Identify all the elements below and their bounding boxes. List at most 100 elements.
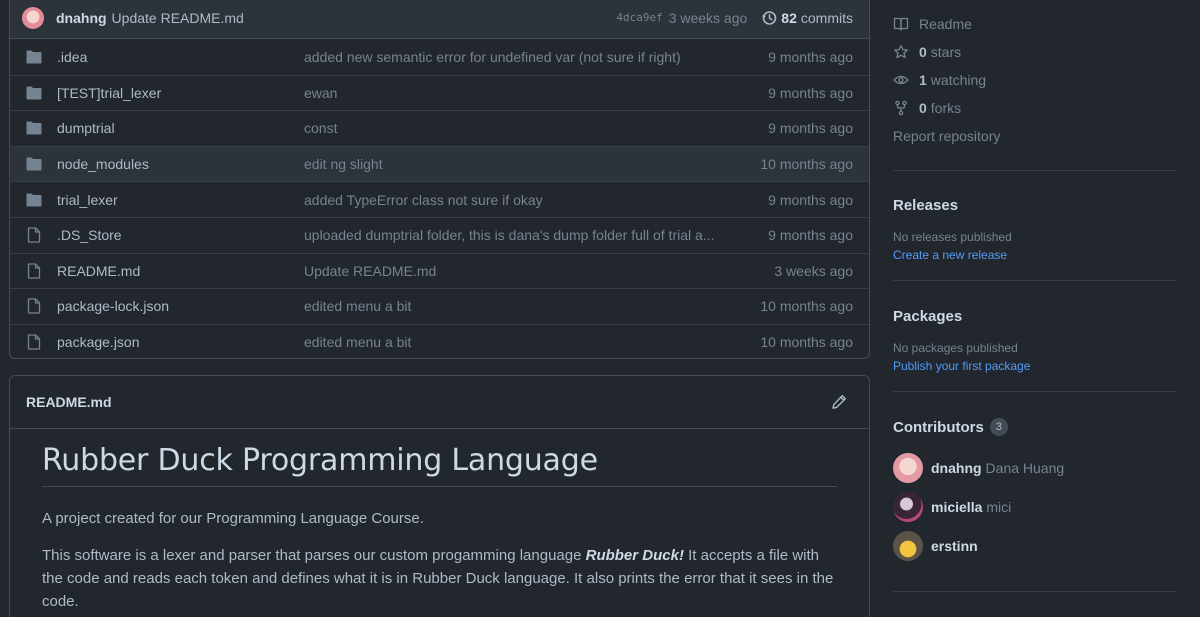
file-row[interactable]: .DS_Store uploaded dumptrial folder, this…: [10, 216, 869, 253]
file-commit-message[interactable]: ewan: [304, 85, 768, 101]
contributor-name: mici: [986, 498, 1012, 515]
contributor-item[interactable]: erstinn: [893, 526, 1176, 565]
stars-count: 0: [919, 44, 927, 60]
packages-empty-text: No packages published: [893, 341, 1018, 355]
contributor-item[interactable]: miciella mici: [893, 487, 1176, 526]
file-row[interactable]: .idea added new semantic error for undefi…: [10, 39, 869, 75]
file-name-link[interactable]: package-lock.json: [57, 298, 304, 314]
file-name-link[interactable]: dumptrial: [57, 120, 304, 136]
file-row[interactable]: trial_lexer added TypeError class not sur…: [10, 181, 869, 217]
releases-section: Releases No releases published Create a …: [893, 197, 1176, 262]
file-commit-age: 9 months ago: [768, 227, 853, 244]
file-commit-age: 9 months ago: [768, 120, 853, 137]
commit-message[interactable]: Update README.md: [112, 10, 244, 26]
file-commit-message[interactable]: added TypeError class not sure if okay: [304, 192, 768, 208]
readme-label: Readme: [919, 16, 972, 32]
divider: [893, 391, 1176, 392]
divider: [893, 591, 1176, 592]
contributor-avatar[interactable]: [893, 530, 923, 561]
file-name-link[interactable]: package.json: [57, 334, 304, 350]
file-commit-message[interactable]: added new semantic error for undefined v…: [304, 49, 768, 65]
stars-label: stars: [930, 44, 962, 60]
repository-page: dnahng Update README.md 4dca9ef 3 weeks …: [0, 0, 1200, 617]
divider: [893, 280, 1176, 281]
commits-label: commits: [800, 9, 853, 26]
file-icon: [26, 263, 42, 279]
releases-empty-text: No releases published: [893, 230, 1012, 244]
readme-panel: README.md Rubber Duck Programming Langua…: [9, 375, 870, 617]
folder-icon: [26, 49, 42, 65]
contributor-avatar[interactable]: [893, 452, 923, 483]
commit-sha[interactable]: 4dca9ef: [616, 11, 662, 24]
file-row[interactable]: node_modules edit ng slight 10 months ago: [10, 145, 869, 182]
readme-filename[interactable]: README.md: [26, 394, 112, 410]
readme-link[interactable]: Readme: [893, 10, 1176, 38]
contributors-count: 3: [989, 418, 1008, 436]
contributor-login[interactable]: miciella: [931, 499, 982, 515]
file-row[interactable]: README.md Update README.md 3 weeks ago: [10, 252, 869, 289]
file-name-link[interactable]: [TEST]trial_lexer: [57, 85, 304, 101]
file-commit-age: 3 weeks ago: [774, 262, 853, 279]
file-commit-message[interactable]: edited menu a bit: [304, 334, 760, 350]
contributors-section: Contributors 3 dnahng Dana Huang miciell…: [893, 418, 1176, 565]
contributors-title[interactable]: Contributors 3: [893, 418, 1176, 436]
file-row[interactable]: package.json edited menu a bit 10 months a…: [10, 323, 869, 358]
file-name-link[interactable]: trial_lexer: [57, 192, 304, 208]
file-name-link[interactable]: node_modules: [57, 156, 304, 172]
commit-author-avatar[interactable]: [22, 6, 44, 29]
star-icon: [894, 44, 908, 59]
report-repository-link[interactable]: Report repository: [893, 122, 1176, 150]
watching-label: watching: [930, 72, 987, 88]
file-commit-message[interactable]: const: [304, 120, 768, 136]
file-commit-age: 9 months ago: [768, 48, 853, 65]
file-row[interactable]: package-lock.json edited menu a bit 10 mon…: [10, 288, 869, 324]
contributors-label: Contributors: [893, 418, 984, 436]
file-row[interactable]: dumptrial const 9 months ago: [10, 110, 869, 146]
stars-link[interactable]: 0 stars: [893, 38, 1176, 66]
releases-title[interactable]: Releases: [893, 197, 1176, 214]
commit-author[interactable]: dnahng: [56, 10, 107, 26]
para2-text-before: This software is a lexer and parser that…: [42, 547, 586, 564]
fork-icon: [895, 100, 907, 116]
contributor-item[interactable]: dnahng Dana Huang: [893, 448, 1176, 487]
file-commit-age: 10 months ago: [760, 156, 853, 173]
readme-heading: Rubber Duck Programming Language: [42, 443, 837, 487]
create-release-link[interactable]: Create a new release: [893, 248, 1176, 262]
file-name-link[interactable]: README.md: [57, 263, 304, 279]
folder-icon: [26, 85, 42, 101]
divider: [893, 170, 1176, 171]
watching-count: 1: [919, 72, 927, 88]
watching-link[interactable]: 1 watching: [893, 66, 1176, 94]
contributor-login[interactable]: erstinn: [931, 538, 978, 554]
packages-title[interactable]: Packages: [893, 308, 1176, 325]
para2-emphasis: Rubber Duck!: [585, 547, 684, 564]
file-list: .idea added new semantic error for undefi…: [10, 39, 869, 358]
file-commit-message[interactable]: edit ng slight: [304, 156, 760, 172]
file-icon: [26, 298, 42, 315]
file-name-link[interactable]: .DS_Store: [57, 227, 304, 243]
file-commit-message[interactable]: Update README.md: [304, 263, 774, 279]
file-icon: [26, 227, 42, 243]
publish-package-link[interactable]: Publish your first package: [893, 359, 1176, 373]
repo-sidebar: Readme 0 stars 1 watching 0 forks Report…: [893, 0, 1176, 592]
contributor-login[interactable]: dnahng: [931, 460, 982, 476]
packages-section: Packages No packages published Publish y…: [893, 308, 1176, 373]
file-icon: [26, 334, 42, 350]
readme-paragraph-1: A project created for our Programming La…: [42, 510, 424, 527]
file-commit-message[interactable]: edited menu a bit: [304, 298, 760, 314]
book-icon: [893, 17, 909, 31]
commit-count: 82: [781, 9, 797, 26]
file-commit-message[interactable]: uploaded dumptrial folder, this is dana'…: [304, 227, 768, 243]
readme-header: README.md: [10, 376, 869, 429]
commit-time: 3 weeks ago: [668, 9, 748, 26]
file-commit-age: 10 months ago: [760, 334, 853, 351]
file-row[interactable]: [TEST]trial_lexer ewan 9 months ago: [10, 74, 869, 111]
eye-icon: [893, 75, 909, 85]
file-name-link[interactable]: .idea: [57, 49, 304, 65]
contributor-avatar[interactable]: [893, 491, 923, 522]
latest-commit-bar: dnahng Update README.md 4dca9ef 3 weeks …: [10, 0, 869, 39]
commits-link[interactable]: 82 commits: [761, 10, 853, 26]
pencil-icon[interactable]: [831, 394, 847, 410]
forks-link[interactable]: 0 forks: [893, 94, 1176, 122]
file-commit-age: 9 months ago: [768, 191, 853, 208]
